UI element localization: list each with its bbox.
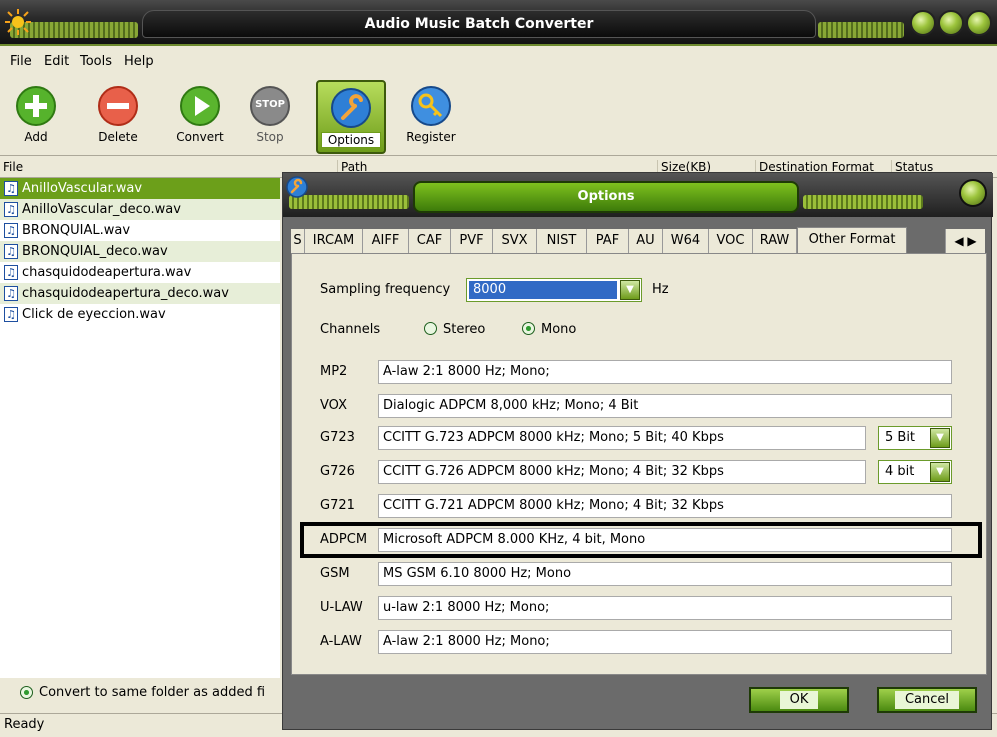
options-button[interactable]: Options <box>316 80 386 154</box>
radio-selected-icon[interactable] <box>20 686 33 699</box>
tab-voc[interactable]: VOC <box>709 229 753 253</box>
tab-scroll-arrows[interactable]: ◀ ▶ <box>945 229 985 253</box>
audio-file-icon: ♫ <box>4 202 18 217</box>
menu-edit[interactable]: Edit <box>44 54 69 69</box>
g723-bits-select[interactable]: 5 Bit ▼ <box>878 426 952 450</box>
format-row-alaw: A-LAW A-law 2:1 8000 Hz; Mono; <box>292 628 988 656</box>
options-dialog: Options S IRCAM AIFF CAF PVF SVX NIST PA… <box>282 172 993 730</box>
wrench-icon <box>331 88 371 128</box>
menu-bar: File Edit Tools Help <box>0 48 997 76</box>
list-item[interactable]: ♫ AnilloVascular.wav <box>0 178 280 199</box>
format-row-gsm: GSM MS GSM 6.10 8000 Hz; Mono <box>292 560 988 588</box>
convert-same-folder-option[interactable]: Convert to same folder as added fi <box>0 680 280 706</box>
tab-w64[interactable]: W64 <box>663 229 709 253</box>
tab-ircam[interactable]: IRCAM <box>305 229 363 253</box>
audio-file-icon: ♫ <box>4 265 18 280</box>
play-icon <box>180 86 220 126</box>
adpcm-highlight-frame <box>300 522 982 558</box>
tab-svx[interactable]: SVX <box>493 229 537 253</box>
menu-help[interactable]: Help <box>124 54 154 69</box>
tab-caf[interactable]: CAF <box>409 229 451 253</box>
window-title: Audio Music Batch Converter <box>142 10 816 38</box>
mono-radio[interactable]: Mono <box>522 322 576 337</box>
dialog-close-button[interactable] <box>959 179 987 207</box>
delete-button[interactable]: Delete <box>88 80 148 154</box>
sampling-frequency-label: Sampling frequency <box>320 282 451 297</box>
format-desc-vox[interactable]: Dialogic ADPCM 8,000 kHz; Mono; 4 Bit <box>378 394 952 418</box>
chevron-down-icon[interactable]: ▼ <box>930 428 950 448</box>
format-row-g723: G723 CCITT G.723 ADPCM 8000 kHz; Mono; 5… <box>292 424 988 452</box>
add-icon <box>16 86 56 126</box>
audio-file-icon: ♫ <box>4 223 18 238</box>
radio-icon <box>424 322 437 335</box>
other-format-panel: Sampling frequency 8000 ▼ Hz Channels St… <box>291 253 987 675</box>
app-sun-icon <box>5 9 31 35</box>
format-desc-ulaw[interactable]: u-law 2:1 8000 Hz; Mono; <box>378 596 952 620</box>
register-button[interactable]: Register <box>398 80 464 154</box>
stop-button[interactable]: STOP Stop <box>244 80 296 154</box>
convert-button[interactable]: Convert <box>168 80 232 154</box>
tab-raw[interactable]: RAW <box>753 229 797 253</box>
dialog-title-decoration-right <box>803 195 923 209</box>
key-icon <box>411 86 451 126</box>
add-button[interactable]: Add <box>8 80 64 154</box>
format-desc-gsm[interactable]: MS GSM 6.10 8000 Hz; Mono <box>378 562 952 586</box>
menu-tools[interactable]: Tools <box>80 54 112 69</box>
tab-paf[interactable]: PAF <box>587 229 629 253</box>
chevron-down-icon[interactable]: ▼ <box>620 280 640 300</box>
toolbar: Add Delete Convert STOP Stop Options Reg… <box>0 76 997 156</box>
tab-nist[interactable]: NIST <box>537 229 587 253</box>
maximize-button[interactable] <box>938 10 964 36</box>
menu-file[interactable]: File <box>10 54 32 69</box>
format-desc-g726[interactable]: CCITT G.726 ADPCM 8000 kHz; Mono; 4 Bit;… <box>378 460 866 484</box>
minimize-button[interactable] <box>910 10 936 36</box>
list-item[interactable]: ♫ BRONQUIAL.wav <box>0 220 280 241</box>
stereo-radio[interactable]: Stereo <box>424 322 485 337</box>
audio-file-icon: ♫ <box>4 307 18 322</box>
tab-pvf[interactable]: PVF <box>451 229 493 253</box>
ok-button[interactable]: OK <box>749 687 849 713</box>
list-item[interactable]: ♫ BRONQUIAL_deco.wav <box>0 241 280 262</box>
list-item[interactable]: ♫ AnilloVascular_deco.wav <box>0 199 280 220</box>
format-desc-mp2[interactable]: A-law 2:1 8000 Hz; Mono; <box>378 360 952 384</box>
sampling-frequency-select[interactable]: 8000 ▼ <box>466 278 642 302</box>
list-item[interactable]: ♫ chasquidodeapertura.wav <box>0 262 280 283</box>
sampling-unit-label: Hz <box>652 282 669 297</box>
list-item[interactable]: ♫ Click de eyeccion.wav <box>0 304 280 325</box>
format-row-mp2: MP2 A-law 2:1 8000 Hz; Mono; <box>292 358 988 386</box>
radio-selected-icon <box>522 322 535 335</box>
format-desc-g721[interactable]: CCITT G.721 ADPCM 8000 kHz; Mono; 4 Bit;… <box>378 494 952 518</box>
tab-s[interactable]: S <box>291 229 305 253</box>
g726-bits-select[interactable]: 4 bit ▼ <box>878 460 952 484</box>
cancel-button[interactable]: Cancel <box>877 687 977 713</box>
tab-other-format[interactable]: Other Format <box>797 227 907 253</box>
format-tabs: S IRCAM AIFF CAF PVF SVX NIST PAF AU W64… <box>291 227 987 253</box>
file-list[interactable]: ♫ AnilloVascular.wav ♫ AnilloVascular_deco… <box>0 178 280 678</box>
chevron-down-icon[interactable]: ▼ <box>930 462 950 482</box>
channels-label: Channels <box>320 322 381 337</box>
dialog-title-bar[interactable]: Options <box>283 173 993 217</box>
audio-file-icon: ♫ <box>4 244 18 259</box>
dialog-title: Options <box>413 181 799 213</box>
options-wrench-icon <box>286 176 308 198</box>
format-desc-alaw[interactable]: A-law 2:1 8000 Hz; Mono; <box>378 630 952 654</box>
audio-file-icon: ♫ <box>4 286 18 301</box>
format-row-ulaw: U-LAW u-law 2:1 8000 Hz; Mono; <box>292 594 988 622</box>
audio-file-icon: ♫ <box>4 181 18 196</box>
stop-badge-text: STOP <box>255 99 285 110</box>
title-decoration-right <box>818 22 904 38</box>
tab-aiff[interactable]: AIFF <box>363 229 409 253</box>
format-row-vox: VOX Dialogic ADPCM 8,000 kHz; Mono; 4 Bi… <box>292 392 988 420</box>
format-row-g726: G726 CCITT G.726 ADPCM 8000 kHz; Mono; 4… <box>292 458 988 486</box>
format-desc-g723[interactable]: CCITT G.723 ADPCM 8000 kHz; Mono; 5 Bit;… <box>378 426 866 450</box>
close-button[interactable] <box>966 10 992 36</box>
tab-au[interactable]: AU <box>629 229 663 253</box>
format-row-g721: G721 CCITT G.721 ADPCM 8000 kHz; Mono; 4… <box>292 492 988 520</box>
title-bar[interactable]: Audio Music Batch Converter <box>0 0 997 46</box>
delete-icon <box>98 86 138 126</box>
list-item[interactable]: ♫ chasquidodeapertura_deco.wav <box>0 283 280 304</box>
